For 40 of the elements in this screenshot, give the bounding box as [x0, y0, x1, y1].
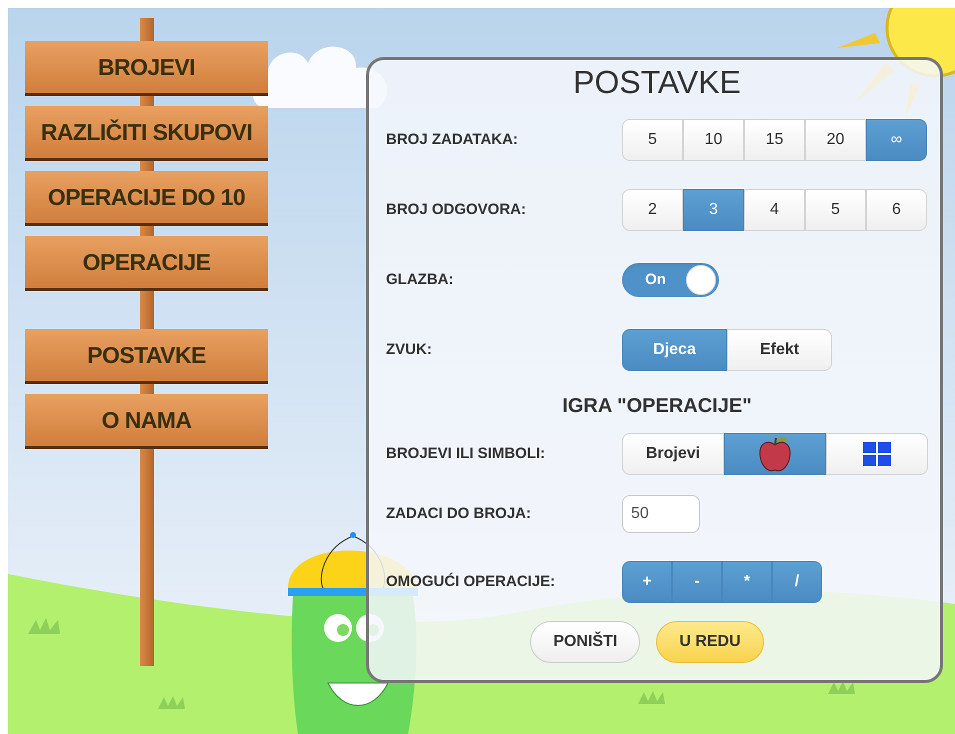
- option-button[interactable]: 4: [744, 189, 805, 231]
- setting-label: ZADACI DO BROJA:: [386, 504, 532, 524]
- wooden-sign-button[interactable]: RAZLIČITI SKUPOVI: [25, 106, 268, 161]
- music-toggle-switch[interactable]: On: [622, 263, 719, 297]
- option-button[interactable]: ∞: [866, 119, 927, 161]
- setting-label: BROJ ODGOVORA:: [386, 200, 528, 220]
- blocks-option-button[interactable]: [826, 433, 928, 475]
- wooden-sign-button[interactable]: OPERACIJE DO 10: [25, 171, 268, 226]
- option-button[interactable]: 5: [622, 119, 683, 161]
- option-button[interactable]: 10: [683, 119, 744, 161]
- option-button[interactable]: 2: [622, 189, 683, 231]
- apple-icon: [758, 435, 792, 473]
- apple-option-button[interactable]: [724, 433, 826, 475]
- option-button[interactable]: *: [722, 561, 772, 603]
- setting-label: GLAZBA:: [386, 270, 454, 290]
- cancel-button[interactable]: PONIŠTI: [530, 621, 640, 663]
- section-title: IGRA "OPERACIJE": [561, 394, 753, 419]
- option-button[interactable]: Efekt: [727, 329, 832, 371]
- option-button[interactable]: +: [622, 561, 672, 603]
- wooden-sign-button[interactable]: POSTAVKE: [25, 329, 268, 384]
- option-button[interactable]: -: [672, 561, 722, 603]
- option-button[interactable]: 3: [683, 189, 744, 231]
- option-button[interactable]: /: [772, 561, 822, 603]
- option-button[interactable]: 20: [805, 119, 866, 161]
- ok-button[interactable]: U REDU: [656, 621, 764, 663]
- grid-blocks-icon: [862, 441, 892, 467]
- setting-label: ZVUK:: [386, 340, 433, 360]
- option-button[interactable]: Djeca: [622, 329, 727, 371]
- setting-label: BROJEVI ILI SIMBOLI:: [386, 444, 546, 464]
- option-button[interactable]: Brojevi: [622, 433, 724, 475]
- option-button[interactable]: 6: [866, 189, 927, 231]
- wooden-sign-button[interactable]: BROJEVI: [25, 41, 268, 96]
- option-button[interactable]: 15: [744, 119, 805, 161]
- setting-label: BROJ ZADATAKA:: [386, 130, 519, 150]
- number-input-field[interactable]: 50: [622, 495, 700, 533]
- wooden-sign-button[interactable]: OPERACIJE: [25, 236, 268, 291]
- wooden-sign-button[interactable]: O NAMA: [25, 394, 268, 449]
- option-button[interactable]: 5: [805, 189, 866, 231]
- setting-label: OMOGUĆI OPERACIJE:: [386, 572, 556, 592]
- panel-title: POSTAVKE: [572, 63, 742, 102]
